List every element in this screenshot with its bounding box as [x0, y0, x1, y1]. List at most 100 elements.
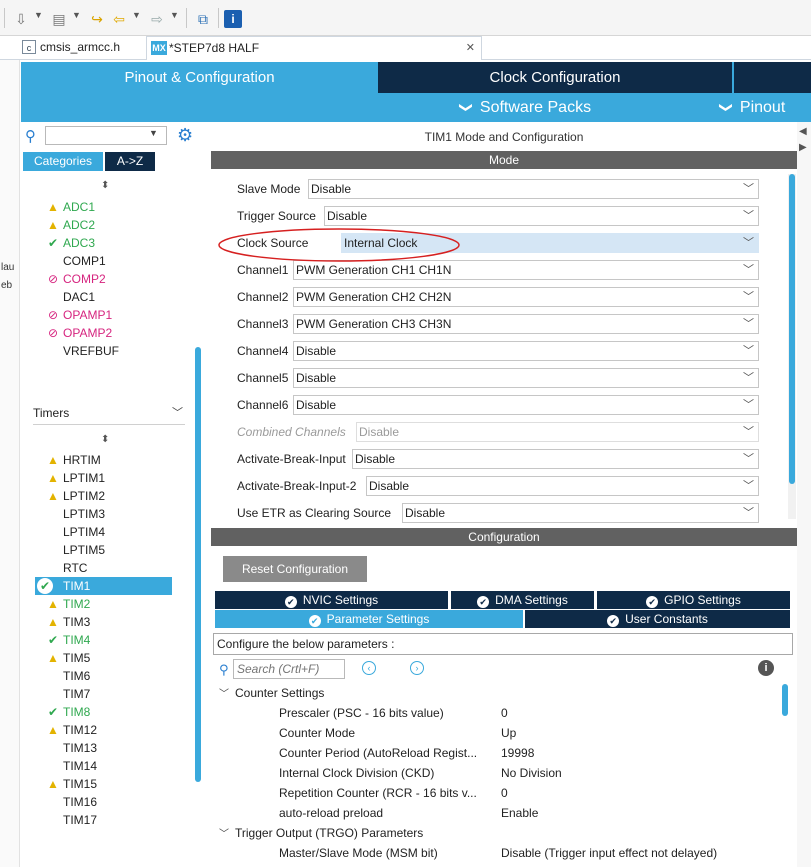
forward-arrow-icon[interactable]: ⇨	[146, 9, 168, 29]
list-item[interactable]: ⊘ COMP2	[43, 270, 193, 288]
new-file-icon[interactable]: ▤	[48, 9, 70, 29]
parameter-group-header[interactable]: ﹀ Trigger Output (TRGO) Parameters	[219, 823, 423, 843]
list-item[interactable]: TIM14	[43, 757, 193, 775]
software-packs-menu[interactable]: ❯ Software Packs	[459, 93, 591, 122]
list-item[interactable]: ▲ LPTIM1	[43, 469, 193, 487]
new-file-dropdown-icon[interactable]: ▼	[72, 10, 81, 20]
list-item[interactable]: ▲ TIM12	[43, 721, 193, 739]
parameter-value[interactable]: Up	[501, 723, 516, 743]
config-tab[interactable]: ✔ GPIO Settings	[597, 591, 790, 609]
list-item[interactable]: VREFBUF	[43, 342, 193, 360]
strip-text: eb	[1, 280, 13, 291]
back-dropdown-icon[interactable]: ▼	[132, 10, 141, 20]
tab-clock-configuration[interactable]: Clock Configuration	[378, 62, 732, 93]
chevron-down-icon: ﹀	[219, 829, 229, 840]
list-item[interactable]: TIM17	[43, 811, 193, 829]
list-item[interactable]: TIM6	[43, 667, 193, 685]
back-arrow-icon[interactable]: ⇦	[108, 9, 130, 29]
config-tab[interactable]: ✔ Parameter Settings	[215, 610, 523, 628]
mode-row-label: Channel5	[237, 371, 289, 385]
list-item[interactable]: ⊘ OPAMP2	[43, 324, 193, 342]
list-item[interactable]: ▲ ADC2	[43, 216, 193, 234]
next-icon[interactable]: ›	[410, 661, 424, 675]
pinout-label: Pinout	[739, 99, 786, 116]
config-tab[interactable]: ✔ NVIC Settings	[215, 591, 448, 609]
warning-icon: ▲	[47, 597, 59, 611]
list-item[interactable]: ▲ HRTIM	[43, 451, 193, 469]
open-perspective-icon[interactable]: ⧉	[192, 9, 214, 29]
previous-icon[interactable]: ‹	[362, 661, 376, 675]
parameter-value[interactable]: 0	[501, 703, 508, 723]
timers-category-header[interactable]: Timers ﹀	[33, 404, 183, 422]
mode-select[interactable]: Disable ﹀	[293, 341, 759, 361]
split-dropdown-icon[interactable]: ▼	[34, 10, 43, 20]
config-tab[interactable]: ✔ User Constants	[525, 610, 790, 628]
main-tab-bar: Pinout & Configuration Clock Configurati…	[21, 62, 811, 93]
list-item[interactable]: ▲ LPTIM2	[43, 487, 193, 505]
close-icon[interactable]: ✕	[466, 37, 475, 59]
parameter-value[interactable]: Enable	[501, 803, 538, 823]
tab-a-z[interactable]: A->Z	[105, 152, 155, 171]
mode-select[interactable]: PWM Generation CH2 CH2N ﹀	[293, 287, 759, 307]
mode-select[interactable]: Disable ﹀	[308, 179, 759, 199]
sort-icon[interactable]: ⬍	[101, 180, 109, 191]
parameter-value[interactable]: 0	[501, 783, 508, 803]
list-item[interactable]: LPTIM5	[43, 541, 193, 559]
list-item[interactable]: ✔ TIM4	[43, 631, 193, 649]
list-item[interactable]: LPTIM4	[43, 523, 193, 541]
parameter-value[interactable]: 19998	[501, 743, 534, 763]
list-item[interactable]: ▲ TIM15	[43, 775, 193, 793]
list-item[interactable]: ▲ TIM2	[43, 595, 193, 613]
list-item-label: OPAMP1	[63, 308, 113, 322]
config-tab-label: GPIO Settings	[664, 593, 741, 607]
chevron-down-icon[interactable]: ▼	[149, 128, 158, 138]
parameter-scrollbar[interactable]	[782, 684, 788, 716]
list-item[interactable]: ⊘ OPAMP1	[43, 306, 193, 324]
mode-select[interactable]: PWM Generation CH3 CH3N ﹀	[293, 314, 759, 334]
list-item[interactable]: TIM7	[43, 685, 193, 703]
pinout-menu[interactable]: ❯ Pinout	[719, 93, 786, 122]
mode-row-label: Combined Channels	[237, 425, 346, 439]
parameter-value[interactable]: No Division	[501, 763, 562, 783]
list-item[interactable]: COMP1	[43, 252, 193, 270]
list-item[interactable]: RTC	[43, 559, 193, 577]
list-item[interactable]: LPTIM3	[43, 505, 193, 523]
mode-select[interactable]: Disable ﹀	[293, 395, 759, 415]
tab-categories[interactable]: Categories	[23, 152, 103, 171]
gear-icon[interactable]: ⚙	[177, 125, 193, 146]
parameter-search-input[interactable]	[233, 659, 345, 679]
scrollbar[interactable]	[195, 347, 201, 782]
mode-select[interactable]: Disable ﹀	[293, 368, 759, 388]
mode-scrollbar[interactable]	[789, 174, 795, 484]
forward-dropdown-icon[interactable]: ▼	[170, 10, 179, 20]
reset-configuration-button[interactable]: Reset Configuration	[223, 556, 367, 582]
list-item[interactable]: TIM16	[43, 793, 193, 811]
mode-select[interactable]: Disable ﹀	[324, 206, 759, 226]
info-icon[interactable]: i	[758, 660, 774, 676]
list-item[interactable]: TIM13	[43, 739, 193, 757]
mode-select[interactable]: Disable ﹀	[366, 476, 759, 496]
list-item[interactable]: DAC1	[43, 288, 193, 306]
list-item[interactable]: ▲ TIM5	[43, 649, 193, 667]
mode-row-label: Trigger Source	[237, 209, 316, 223]
info-icon[interactable]: i	[224, 10, 242, 28]
split-icon[interactable]: ⇩	[10, 9, 32, 29]
mode-select[interactable]: Disable ﹀	[352, 449, 759, 469]
expand-icon[interactable]: ▶	[799, 142, 807, 153]
parameter-group-header[interactable]: ﹀ Counter Settings	[219, 683, 324, 703]
list-item[interactable]: ✔ ADC3	[43, 234, 193, 252]
editor-tab-ioc[interactable]: MX *STEP7d8 HALF WORD_TESTING_CMSIS_DSP_…	[146, 36, 482, 77]
history-icon[interactable]: ↪	[86, 9, 108, 29]
config-tab[interactable]: ✔ DMA Settings	[451, 591, 594, 609]
tab-more[interactable]	[734, 62, 811, 93]
editor-tab-cmsis-armcc[interactable]: c cmsis_armcc.h	[18, 36, 144, 60]
list-item[interactable]: ✔ TIM1	[35, 577, 172, 595]
list-item[interactable]: ▲ ADC1	[43, 198, 193, 216]
list-item[interactable]: ▲ TIM3	[43, 613, 193, 631]
mode-select[interactable]: Disable ﹀	[402, 503, 759, 523]
collapse-icon[interactable]: ◀	[799, 126, 807, 137]
list-item[interactable]: ✔ TIM8	[43, 703, 193, 721]
sort-icon[interactable]: ⬍	[101, 434, 109, 445]
tab-pinout-configuration[interactable]: Pinout & Configuration	[21, 62, 378, 93]
parameter-value[interactable]: Disable (Trigger input effect not delaye…	[501, 843, 717, 863]
